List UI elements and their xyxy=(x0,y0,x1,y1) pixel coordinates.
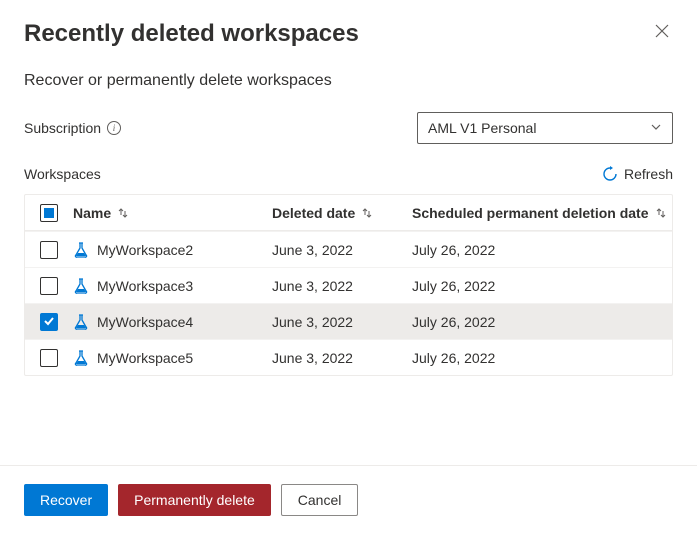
scheduled-date: July 26, 2022 xyxy=(412,242,672,258)
scheduled-date: July 26, 2022 xyxy=(412,314,672,330)
deleted-date: June 3, 2022 xyxy=(272,242,412,258)
workspace-icon xyxy=(73,314,89,330)
chevron-down-icon xyxy=(650,120,662,136)
scheduled-date: July 26, 2022 xyxy=(412,350,672,366)
deleted-date: June 3, 2022 xyxy=(272,314,412,330)
info-icon[interactable]: i xyxy=(107,121,121,135)
close-button[interactable] xyxy=(651,20,673,47)
workspace-icon xyxy=(73,242,89,258)
refresh-icon xyxy=(602,166,618,182)
workspace-icon xyxy=(73,278,89,294)
row-checkbox[interactable] xyxy=(40,313,58,331)
deleted-date: June 3, 2022 xyxy=(272,350,412,366)
page-subtitle: Recover or permanently delete workspaces xyxy=(24,72,673,90)
refresh-label: Refresh xyxy=(624,166,673,182)
row-checkbox[interactable] xyxy=(40,277,58,295)
recover-button[interactable]: Recover xyxy=(24,484,108,516)
workspaces-label: Workspaces xyxy=(24,166,101,182)
cancel-button[interactable]: Cancel xyxy=(281,484,359,516)
table-row[interactable]: MyWorkspace5 June 3, 2022July 26, 2022 xyxy=(25,339,672,375)
sort-icon xyxy=(117,207,129,219)
column-deleted-date[interactable]: Deleted date xyxy=(272,205,412,221)
workspace-name: MyWorkspace4 xyxy=(97,314,193,330)
table-row[interactable]: MyWorkspace2 June 3, 2022July 26, 2022 xyxy=(25,231,672,267)
workspaces-table: Name Deleted date Scheduled permanent de… xyxy=(24,194,673,376)
table-row[interactable]: MyWorkspace3 June 3, 2022July 26, 2022 xyxy=(25,267,672,303)
column-scheduled-date[interactable]: Scheduled permanent deletion date xyxy=(412,205,672,221)
sort-icon xyxy=(361,207,373,219)
row-checkbox[interactable] xyxy=(40,241,58,259)
table-row[interactable]: MyWorkspace4 June 3, 2022July 26, 2022 xyxy=(25,303,672,339)
subscription-selected: AML V1 Personal xyxy=(428,120,536,136)
deleted-date: June 3, 2022 xyxy=(272,278,412,294)
row-checkbox[interactable] xyxy=(40,349,58,367)
workspace-name: MyWorkspace5 xyxy=(97,350,193,366)
sort-icon xyxy=(655,207,667,219)
dialog-footer: Recover Permanently delete Cancel xyxy=(0,465,697,534)
page-title: Recently deleted workspaces xyxy=(24,20,359,48)
workspace-name: MyWorkspace3 xyxy=(97,278,193,294)
table-header: Name Deleted date Scheduled permanent de… xyxy=(25,195,672,231)
column-name[interactable]: Name xyxy=(73,205,272,221)
check-icon xyxy=(43,314,55,330)
scheduled-date: July 26, 2022 xyxy=(412,278,672,294)
workspace-name: MyWorkspace2 xyxy=(97,242,193,258)
refresh-button[interactable]: Refresh xyxy=(602,166,673,182)
workspace-icon xyxy=(73,350,89,366)
select-all-checkbox[interactable] xyxy=(40,204,58,222)
subscription-dropdown[interactable]: AML V1 Personal xyxy=(417,112,673,144)
subscription-label: Subscription i xyxy=(24,120,121,136)
permanently-delete-button[interactable]: Permanently delete xyxy=(118,484,271,516)
close-icon xyxy=(655,25,669,42)
